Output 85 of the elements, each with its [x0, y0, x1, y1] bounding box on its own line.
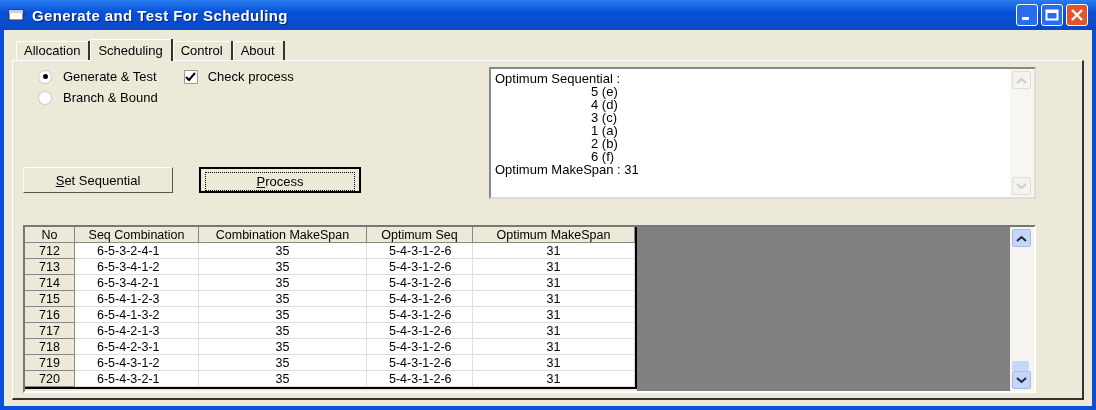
table-cell: 5-4-3-1-2-6	[367, 291, 473, 307]
table-cell: 6-5-4-2-3-1	[75, 339, 199, 355]
output-line: 2 (b)	[590, 137, 619, 150]
table-cell: 6-5-4-2-1-3	[75, 323, 199, 339]
table-cell: 35	[199, 323, 367, 339]
table-cell: 5-4-3-1-2-6	[367, 259, 473, 275]
output-line: Optimum MakeSpan : 31	[495, 163, 640, 176]
output-line: Optimum Sequential :	[495, 72, 621, 85]
table-cell: 5-4-3-1-2-6	[367, 275, 473, 291]
table-cell: 6-5-4-3-1-2	[75, 355, 199, 371]
radio-label: Branch & Bound	[63, 90, 158, 105]
radio-button[interactable]	[39, 70, 51, 83]
row-header: 712	[25, 243, 75, 259]
output-line: 6 (f)	[591, 150, 615, 163]
checkbox[interactable]	[183, 69, 198, 84]
scroll-up-icon[interactable]	[1012, 229, 1031, 247]
table-cell: 6-5-3-4-2-1	[75, 275, 199, 291]
table-cell: 6-5-4-1-3-2	[75, 307, 199, 323]
table-cell: 6-5-3-2-4-1	[75, 243, 199, 259]
table-cell: 31	[473, 323, 635, 339]
table-cell: 35	[199, 307, 367, 323]
row-header: 717	[25, 323, 75, 339]
table-cell: 6-5-4-1-2-3	[75, 291, 199, 307]
table-cell: 5-4-3-1-2-6	[367, 371, 473, 387]
table-cell: 5-4-3-1-2-6	[367, 339, 473, 355]
table-cell: 31	[473, 371, 635, 387]
table-cell: 35	[199, 339, 367, 355]
output-line: 1 (a)	[590, 124, 619, 137]
table-cell: 31	[473, 339, 635, 355]
tab[interactable]: Allocation	[16, 41, 91, 60]
row-header: 713	[25, 259, 75, 275]
radio-option[interactable]: Branch & Bound	[39, 90, 158, 105]
output-text-area[interactable]: Optimum Sequential : 5 (e) 4 (d) 3 (c) 1 (a) 2 (b) 6 (f) Optimum MakeSpan : 31	[489, 67, 1036, 199]
table-cell: 6-5-3-4-1-2	[75, 259, 199, 275]
maximize-button[interactable]	[1041, 4, 1063, 26]
column-header[interactable]: Optimum MakeSpan	[473, 227, 635, 243]
close-button[interactable]	[1066, 4, 1088, 26]
table-cell: 35	[199, 243, 367, 259]
tab[interactable]: Scheduling	[90, 39, 173, 61]
radio-button[interactable]	[39, 91, 51, 104]
table-cell: 35	[199, 355, 367, 371]
checkbox-label: Check process	[207, 69, 294, 84]
table-cell: 5-4-3-1-2-6	[367, 355, 473, 371]
table-cell: 5-4-3-1-2-6	[367, 323, 473, 339]
process-button[interactable]: Process	[199, 167, 361, 193]
row-header: 720	[25, 371, 75, 387]
output-line: 5 (e)	[591, 85, 619, 98]
tab[interactable]: About	[232, 41, 285, 60]
row-header: 716	[25, 307, 75, 323]
minimize-button[interactable]	[1016, 4, 1038, 26]
radio-label: Generate & Test	[63, 69, 157, 84]
output-line: 4 (d)	[590, 98, 619, 111]
row-header: 714	[25, 275, 75, 291]
close-icon	[1071, 9, 1083, 21]
table-cell: 35	[199, 275, 367, 291]
scroll-down-icon[interactable]	[1012, 371, 1031, 389]
column-header[interactable]: Combination MakeSpan	[199, 227, 367, 243]
table-cell: 35	[199, 371, 367, 387]
column-header[interactable]: Seq Combination	[75, 227, 199, 243]
scrollbar[interactable]	[1010, 227, 1034, 391]
table-cell: 35	[199, 291, 367, 307]
table-cell: 31	[473, 275, 635, 291]
maximize-icon	[1045, 9, 1059, 21]
table-cell: 5-4-3-1-2-6	[367, 307, 473, 323]
row-header: 719	[25, 355, 75, 371]
window-title: Generate and Test For Scheduling	[32, 6, 288, 24]
table-cell: 6-5-4-3-2-1	[75, 371, 199, 387]
window-app-icon	[8, 8, 26, 22]
output-line: 3 (c)	[590, 111, 618, 124]
scroll-thumb[interactable]	[1012, 361, 1029, 371]
row-header: 715	[25, 291, 75, 307]
set-sequential-button[interactable]: Set Sequential	[23, 167, 173, 193]
row-header: 718	[25, 339, 75, 355]
radio-option[interactable]: Generate & Test	[39, 69, 158, 84]
minimize-icon	[1022, 17, 1029, 20]
table-cell: 31	[473, 307, 635, 323]
table-cell: 31	[473, 291, 635, 307]
column-header[interactable]: No	[25, 227, 75, 243]
table-cell: 35	[199, 259, 367, 275]
table-cell: 5-4-3-1-2-6	[367, 243, 473, 259]
table-cell: 31	[473, 259, 635, 275]
column-header[interactable]: Optimum Seq	[367, 227, 473, 243]
tab[interactable]: Control	[172, 41, 233, 60]
table-cell: 31	[473, 355, 635, 371]
table-cell: 31	[473, 243, 635, 259]
